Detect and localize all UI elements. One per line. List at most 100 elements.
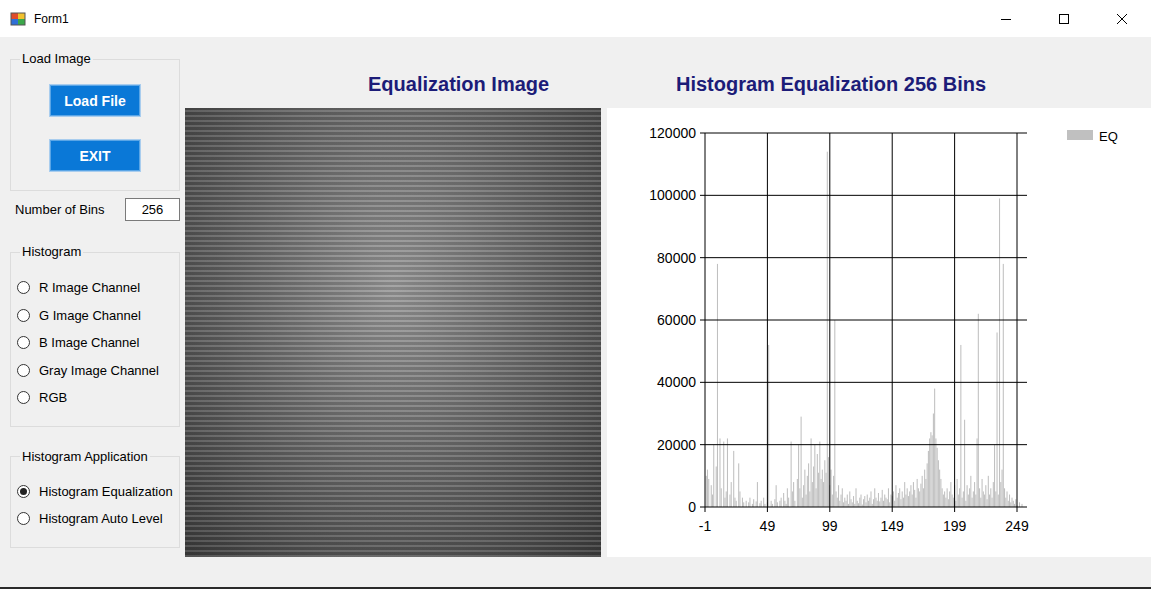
histogram-bar xyxy=(922,476,923,507)
bins-input[interactable] xyxy=(125,198,180,221)
radio-option[interactable]: Histogram Equalization xyxy=(17,478,173,505)
action-button[interactable]: EXIT xyxy=(50,140,140,171)
histogram-bar xyxy=(939,470,940,507)
histogram-bar xyxy=(776,485,777,507)
histogram-bar xyxy=(742,498,743,507)
group-title: Histogram Application xyxy=(20,450,150,464)
histogram-bar xyxy=(719,438,720,507)
histogram-bar xyxy=(957,479,958,507)
histogram-bar xyxy=(813,466,814,507)
y-tick-label: 120000 xyxy=(649,125,696,141)
histogram-bar xyxy=(859,498,860,507)
application-group: Histogram Application Histogram Equalizat… xyxy=(10,450,180,548)
histogram-bar xyxy=(783,493,784,507)
histogram-bar xyxy=(884,495,885,507)
histogram-bar xyxy=(749,498,750,507)
histogram-bar xyxy=(924,470,925,507)
sidebar: Load ImageLoad FileEXITNumber of BinsHis… xyxy=(0,37,185,587)
histogram-bar xyxy=(1013,501,1014,507)
histogram-bar xyxy=(930,432,931,507)
histogram-bar xyxy=(895,485,896,507)
grid-line xyxy=(700,257,1027,258)
histogram-bar xyxy=(759,503,760,507)
histogram-bar xyxy=(1007,491,1008,507)
histogram-bar xyxy=(879,501,880,507)
histogram-bar xyxy=(998,495,999,507)
histogram-bar xyxy=(716,466,717,507)
histogram-bar xyxy=(784,501,785,507)
histogram-bar xyxy=(757,482,758,507)
maximize-button[interactable] xyxy=(1035,0,1093,37)
window-title: Form1 xyxy=(34,12,69,26)
histogram-bar xyxy=(900,499,901,507)
histogram-bar xyxy=(970,476,971,507)
histogram-bar xyxy=(821,479,822,507)
histogram-bar xyxy=(982,479,983,507)
histogram-bar xyxy=(885,498,886,507)
radio-option[interactable]: Gray Image Channel xyxy=(17,357,173,385)
histogram-bar xyxy=(878,493,879,507)
histogram-bar xyxy=(972,498,973,507)
histogram-bar xyxy=(733,451,734,507)
radio-option[interactable]: RGB xyxy=(17,384,173,412)
histogram-bar xyxy=(915,498,916,507)
histogram-bar xyxy=(724,498,725,507)
histogram-bar xyxy=(849,491,850,507)
histogram-bar xyxy=(942,488,943,507)
histogram-bar xyxy=(781,498,782,507)
histogram-bar xyxy=(811,438,812,507)
histogram-bar xyxy=(793,482,794,507)
radio-option[interactable]: Histogram Auto Level xyxy=(17,505,173,532)
histogram-bar xyxy=(932,435,933,507)
action-button[interactable]: Load File xyxy=(50,85,140,116)
main-area: Equalization ImageHistogram Equalization… xyxy=(185,37,1151,587)
histogram-bar xyxy=(863,499,864,507)
histogram-bar xyxy=(983,491,984,507)
histogram-bar xyxy=(753,499,754,507)
form-icon xyxy=(10,11,26,27)
histogram-bar xyxy=(909,491,910,507)
histogram-bar xyxy=(1011,498,1012,507)
histogram-bar xyxy=(989,495,990,507)
histogram-bar xyxy=(985,485,986,507)
histogram-bar xyxy=(905,495,906,507)
radio-icon xyxy=(17,336,30,349)
legend-label: EQ xyxy=(1099,129,1118,144)
histogram-bar xyxy=(883,501,884,507)
histogram-bar xyxy=(819,442,820,507)
histogram-bar xyxy=(838,485,839,507)
histogram-bar xyxy=(723,442,724,507)
radio-option[interactable]: R Image Channel xyxy=(17,274,173,302)
histogram-bar xyxy=(855,488,856,507)
histogram-bar xyxy=(907,488,908,507)
histogram-bar xyxy=(962,498,963,507)
histogram-bar xyxy=(903,498,904,507)
histogram-bar xyxy=(984,495,985,507)
histogram-bar xyxy=(968,495,969,507)
close-button[interactable] xyxy=(1093,0,1151,37)
histogram-bar xyxy=(858,503,859,507)
histogram-bar xyxy=(713,445,714,507)
x-tick-label: 149 xyxy=(881,518,905,534)
histogram-bar xyxy=(833,476,834,507)
histogram-bar xyxy=(842,488,843,507)
histogram-bar xyxy=(808,463,809,507)
histogram-bar xyxy=(967,485,968,507)
histogram-bar xyxy=(708,479,709,507)
histogram-bar xyxy=(731,482,732,507)
histogram-bar xyxy=(919,491,920,507)
histogram-bar xyxy=(761,501,762,507)
histogram-bar xyxy=(929,438,930,507)
histogram-bar xyxy=(980,498,981,507)
histogram-bar xyxy=(1009,495,1010,507)
minimize-button[interactable] xyxy=(977,0,1035,37)
bins-row: Number of Bins xyxy=(10,198,180,221)
histogram-bar xyxy=(958,495,959,507)
histogram-bar xyxy=(914,490,915,507)
radio-option[interactable]: B Image Channel xyxy=(17,329,173,357)
grid-line xyxy=(700,320,1027,321)
grid-line xyxy=(767,133,768,512)
grid-line xyxy=(1017,133,1018,512)
histogram-bar xyxy=(787,488,788,507)
radio-option[interactable]: G Image Channel xyxy=(17,302,173,330)
